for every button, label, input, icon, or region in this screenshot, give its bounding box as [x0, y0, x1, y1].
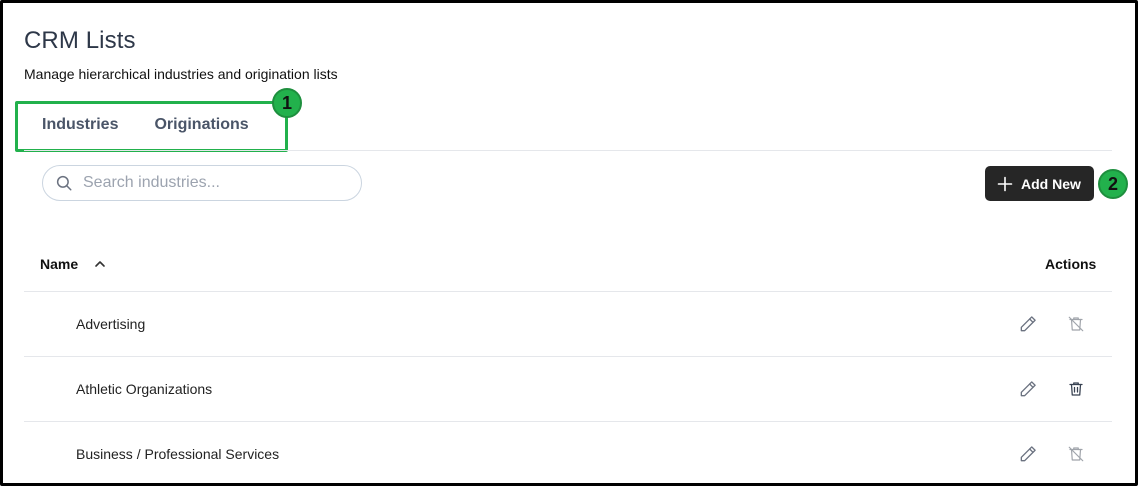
tab-bar: Industries Originations [42, 116, 249, 134]
edit-icon[interactable] [1017, 378, 1039, 400]
add-new-label: Add New [1021, 175, 1081, 192]
edit-icon[interactable] [1017, 443, 1039, 465]
search-box[interactable] [42, 165, 362, 201]
sort-ascending-icon[interactable] [94, 259, 106, 269]
page-title: CRM Lists [24, 27, 136, 54]
column-header-name[interactable]: Name [40, 256, 106, 272]
column-header-name-label: Name [40, 256, 79, 272]
tab-industries[interactable]: Industries [42, 116, 118, 134]
table-row-name: Advertising [76, 316, 146, 332]
table-row-name: Business / Professional Services [76, 446, 280, 462]
plus-icon [997, 176, 1013, 191]
tabs-divider [24, 150, 1112, 151]
table-header-divider [24, 291, 1112, 292]
tab-originations[interactable]: Originations [154, 116, 248, 134]
search-icon [56, 175, 72, 191]
table-row-name: Athletic Organizations [76, 381, 213, 397]
trash-disabled-icon [1065, 313, 1087, 335]
add-new-button[interactable]: Add New [985, 166, 1094, 201]
annotation-badge-2: 2 [1098, 169, 1128, 199]
trash-icon[interactable] [1065, 378, 1087, 400]
page-subtitle: Manage hierarchical industries and origi… [24, 66, 338, 82]
edit-icon[interactable] [1017, 313, 1039, 335]
annotation-badge-1: 1 [272, 88, 302, 118]
trash-disabled-icon [1065, 443, 1087, 465]
column-header-actions: Actions [1045, 256, 1097, 272]
row-divider [24, 356, 1112, 357]
search-input[interactable] [83, 174, 333, 192]
row-divider [24, 421, 1112, 422]
